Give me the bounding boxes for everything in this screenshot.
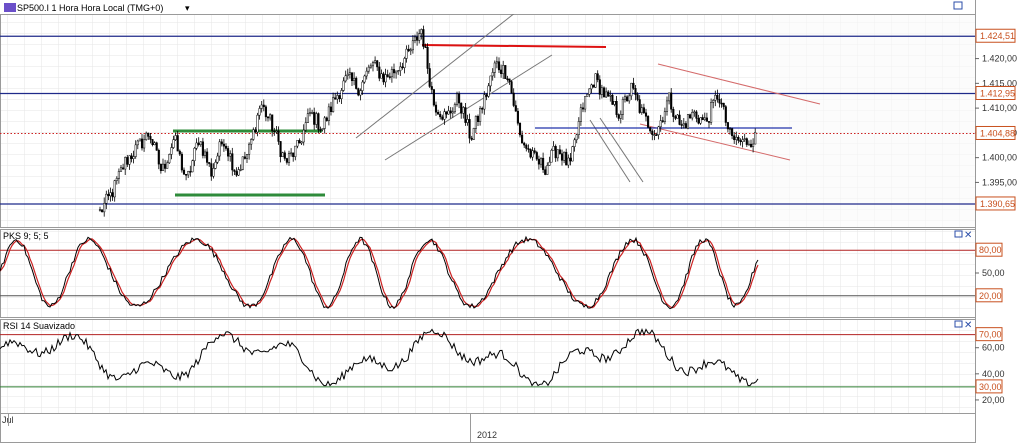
time-label-jul: Jul xyxy=(2,415,14,425)
rsi-title: RSI 14 Suavizado xyxy=(3,321,75,331)
candle xyxy=(432,89,435,107)
candle xyxy=(602,86,606,98)
price-badge-label: 1.424,51 xyxy=(980,31,1015,41)
price-tick-label: 1.410,00 xyxy=(982,103,1017,113)
candle xyxy=(535,150,538,161)
candle xyxy=(686,113,690,130)
candle xyxy=(422,25,425,50)
title-dropdown-icon[interactable]: ▾ xyxy=(185,3,190,13)
candle xyxy=(472,127,475,140)
oscillator-tick-label: 40,00 xyxy=(982,369,1005,379)
candle xyxy=(529,148,532,159)
candle xyxy=(101,209,104,213)
oscillator-level-label: 70,00 xyxy=(979,330,1002,340)
candle xyxy=(252,127,255,141)
oscillator-tick-label: 20,00 xyxy=(982,395,1005,405)
price-tick-label: 1.420,00 xyxy=(982,54,1017,64)
chart-logo-icon xyxy=(4,3,16,12)
candle xyxy=(155,141,158,151)
rsi-close-icon[interactable]: ✕ xyxy=(964,320,972,331)
candle xyxy=(550,148,553,163)
rsi-pane xyxy=(0,319,975,413)
price-tick-label: 1.395,00 xyxy=(982,177,1017,187)
candle xyxy=(710,98,713,125)
candle xyxy=(357,87,360,97)
main-maximize-icon[interactable] xyxy=(953,1,963,10)
time-label-2012: 2012 xyxy=(477,430,497,440)
candle xyxy=(592,84,595,88)
candle xyxy=(241,156,244,171)
candle xyxy=(611,93,614,105)
candle xyxy=(510,80,513,94)
oscillator-tick-label: 60,00 xyxy=(982,343,1005,353)
candle xyxy=(355,76,358,90)
price-badge-label: 1.412,95 xyxy=(980,89,1015,99)
candle xyxy=(145,131,148,141)
pks-title: PKS 9; 5; 5 xyxy=(3,231,49,241)
candle xyxy=(594,73,597,88)
candle xyxy=(647,115,650,129)
pks-pane xyxy=(0,229,975,317)
price-badge-label: 1.404,88 xyxy=(980,128,1015,138)
candle xyxy=(455,91,459,107)
main-title[interactable]: SP500.I 1 Hora Hora Local (TMG+0) ▾ xyxy=(4,3,190,13)
candle xyxy=(138,138,141,142)
oscillator-level-label: 30,00 xyxy=(979,382,1002,392)
oscillator-tick-label: 50,00 xyxy=(982,268,1005,278)
pks-close-icon[interactable]: ✕ xyxy=(964,230,972,241)
oscillator-level-label: 80,00 xyxy=(979,245,1002,255)
candle xyxy=(281,151,284,157)
candle xyxy=(168,153,171,164)
main-pane-controls[interactable] xyxy=(953,1,963,10)
candle xyxy=(180,151,183,173)
candle xyxy=(191,159,194,173)
price-tick-label: 1.400,00 xyxy=(982,153,1017,163)
oscillator-level-label: 20,00 xyxy=(979,291,1002,301)
candle xyxy=(518,122,522,138)
price-badge-label: 1.390,65 xyxy=(980,199,1015,209)
trading-chart: 1.395,001.400,001.405,001.410,001.415,00… xyxy=(0,0,1017,443)
candle xyxy=(571,145,574,162)
candle xyxy=(504,65,507,80)
main-title-text: SP500.I 1 Hora Hora Local (TMG+0) xyxy=(17,3,163,13)
